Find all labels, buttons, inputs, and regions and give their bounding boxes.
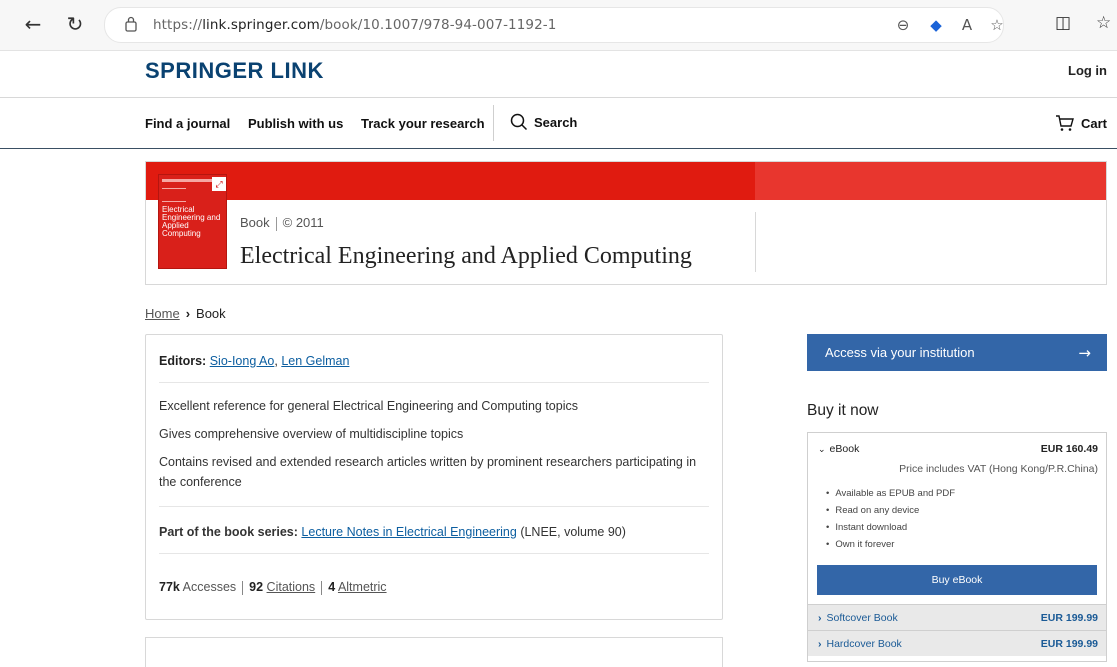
breadcrumb: Home › Book — [145, 306, 226, 321]
next-section-card — [145, 637, 723, 667]
ebook-toggle[interactable]: ⌄ eBook — [818, 443, 859, 455]
key-point: Gives comprehensive overview of multidis… — [159, 427, 464, 441]
softcover-price: EUR 199.99 — [1040, 612, 1098, 624]
copyright-year: © 2011 — [282, 215, 324, 230]
search-label: Search — [534, 114, 578, 130]
expand-cover-icon[interactable]: ⤢ — [212, 177, 226, 191]
browser-toolbar: ← ↻ https://link.springer.com/book/10.10… — [0, 0, 1117, 51]
hardcover-label-text: Hardcover Book — [826, 638, 902, 650]
cover-editor-lines — [162, 188, 186, 202]
cart-label: Cart — [1080, 115, 1107, 131]
ebook-label: eBook — [829, 443, 860, 455]
back-icon[interactable]: ← — [22, 12, 44, 36]
chevron-down-icon: ⌄ — [818, 445, 826, 455]
feature-item: Read on any device — [826, 505, 919, 516]
book-cover[interactable]: Electrical Engineering and Applied Compu… — [158, 174, 227, 269]
reload-icon[interactable]: ↻ — [64, 12, 86, 36]
ebook-price: EUR 160.49 — [1040, 443, 1098, 455]
buy-it-now-heading: Buy it now — [807, 402, 879, 419]
read-aloud-icon[interactable]: A — [957, 15, 977, 35]
access-label: Access via your institution — [825, 345, 975, 360]
buy-ebook-button[interactable]: Buy eBook — [817, 565, 1097, 595]
feature-item: Available as EPUB and PDF — [826, 488, 955, 499]
header-divider — [0, 97, 1117, 98]
cover-title: Electrical Engineering and Applied Compu… — [162, 206, 224, 238]
search-button[interactable]: Search — [510, 113, 577, 131]
breadcrumb-home[interactable]: Home — [145, 306, 180, 321]
nav-publish[interactable]: Publish with us — [248, 116, 343, 131]
hardcover-label: › Hardcover Book — [818, 638, 902, 650]
softcover-option[interactable]: › Softcover Book EUR 199.99 — [808, 604, 1106, 630]
nav-find-journal[interactable]: Find a journal — [145, 116, 230, 131]
login-link[interactable]: Log in — [1068, 63, 1107, 78]
lock-icon — [125, 16, 137, 32]
series-volume: (LNEE, volume 90) — [520, 525, 626, 539]
key-point: Contains revised and extended research a… — [159, 455, 697, 489]
citations-count: 92 — [249, 580, 264, 594]
favorite-star-icon[interactable]: ☆ — [987, 15, 1007, 35]
series-label: Part of the book series: — [159, 525, 298, 539]
feature-item: Own it forever — [826, 539, 894, 550]
editor-link[interactable]: Sio-Iong Ao — [210, 354, 275, 368]
editors-label: Editors: — [159, 354, 207, 368]
zoom-icon[interactable]: ⊖ — [893, 15, 913, 35]
address-bar[interactable]: https://link.springer.com/book/10.1007/9… — [104, 7, 1004, 43]
hardcover-option[interactable]: › Hardcover Book EUR 199.99 — [808, 630, 1106, 656]
divider — [159, 553, 709, 554]
book-series: Part of the book series: Lecture Notes i… — [159, 525, 626, 539]
vat-note: Price includes VAT (Hong Kong/P.R.China) — [899, 463, 1098, 475]
citations-link[interactable]: Citations — [267, 580, 316, 594]
hardcover-price: EUR 199.99 — [1040, 638, 1098, 650]
series-link[interactable]: Lecture Notes in Electrical Engineering — [301, 525, 516, 539]
breadcrumb-chevron-icon: › — [185, 306, 191, 321]
altmetric-count: 4 — [328, 580, 336, 594]
accesses-label: Accesses — [182, 580, 237, 594]
springer-link-logo[interactable]: SPRINGER LINK — [145, 58, 324, 84]
favorites-icon[interactable]: ☆ — [1096, 13, 1111, 33]
divider — [159, 382, 709, 383]
content-type: Book — [240, 215, 270, 230]
accesses-count: 77k — [159, 580, 180, 594]
cart-button[interactable]: Cart — [1055, 114, 1107, 132]
url-text[interactable]: https://link.springer.com/book/10.1007/9… — [153, 17, 556, 33]
search-icon — [510, 113, 528, 131]
altmetric-link[interactable]: Altmetric — [338, 580, 387, 594]
hero-red-bar-right — [755, 162, 1106, 200]
breadcrumb-current: Book — [196, 306, 226, 321]
arrow-right-icon: → — [1078, 343, 1091, 362]
buy-box: ⌄ eBook EUR 160.49 Price includes VAT (Ho… — [807, 432, 1107, 662]
softcover-label: › Softcover Book — [818, 612, 898, 624]
editor-link[interactable]: Len Gelman — [281, 354, 349, 368]
nav-divider — [0, 148, 1117, 149]
editors: Editors: Sio-Iong Ao, Len Gelman — [159, 354, 350, 368]
nav-track-research[interactable]: Track your research — [361, 116, 485, 131]
nav-separator — [493, 105, 494, 141]
book-title: Electrical Engineering and Applied Compu… — [240, 243, 692, 269]
cart-icon — [1055, 115, 1074, 131]
chevron-right-icon: › — [818, 612, 822, 624]
split-screen-icon[interactable]: ◫ — [1055, 13, 1071, 33]
feature-item: Instant download — [826, 522, 907, 533]
cover-title-text: Electrical Engineering and Applied Compu… — [162, 205, 221, 238]
key-point: Excellent reference for general Electric… — [159, 399, 578, 413]
book-hero: Electrical Engineering and Applied Compu… — [145, 161, 1107, 285]
access-institution-button[interactable]: Access via your institution → — [807, 334, 1107, 371]
hero-divider — [755, 212, 756, 272]
book-meta: Book © 2011 — [240, 215, 324, 231]
divider — [159, 506, 709, 507]
softcover-label-text: Softcover Book — [826, 612, 898, 624]
metrics: 77k Accesses 92 Citations 4 Altmetric — [159, 580, 387, 595]
chevron-right-icon: › — [818, 638, 822, 650]
tag-icon[interactable]: ◆ — [926, 15, 946, 35]
book-details-card: Editors: Sio-Iong Ao, Len Gelman Excelle… — [145, 334, 723, 620]
